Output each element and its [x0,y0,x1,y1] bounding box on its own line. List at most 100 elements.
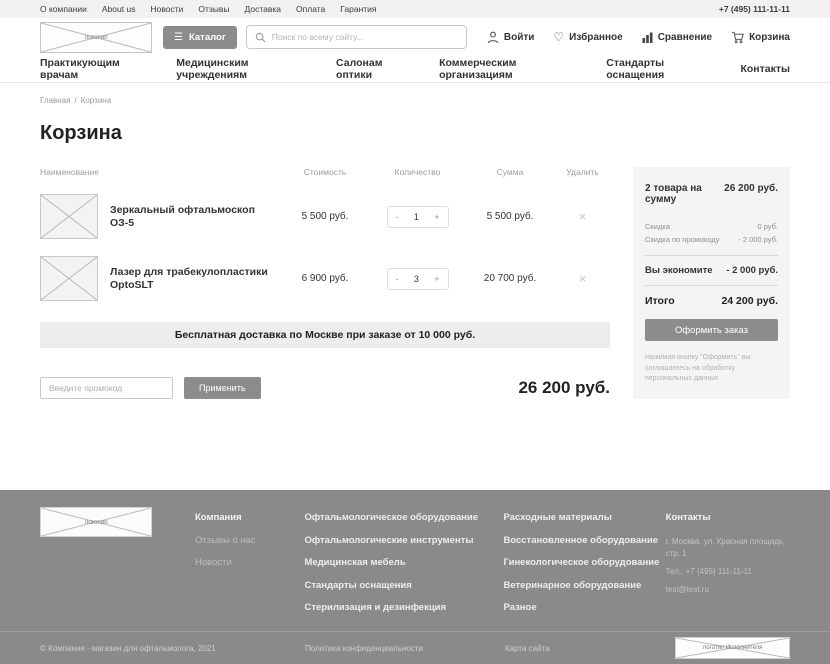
product-price: 6 900 руб. [280,273,370,284]
footer-link-gynecological[interactable]: Гинекологическое оборудование [503,552,665,575]
nav-item-contacts[interactable]: Контакты [740,63,790,75]
cart-row: Лазер для трабекулопластики OptoSLT 6 90… [40,256,610,301]
product-sum: 20 700 руб. [465,273,555,284]
cart-table-header: Наименование Стоимость Количество Сумма … [40,167,610,177]
search-icon [255,32,266,43]
footer-column-contacts: Контакты г. Москва, ул. Красная площадь … [666,507,790,631]
heart-icon: ♡ [553,31,564,43]
site-logo[interactable]: логотип [40,22,152,53]
header-phone: +7 (495) 111-11-11 [719,4,790,14]
compare-label: Сравнение [658,32,712,43]
footer: логотип Компания Отзывы о нас Новости Оф… [0,490,830,664]
col-header-name: Наименование [40,167,110,177]
favorites-label: Избранное [569,32,623,43]
footer-address: г. Москва, ул. Красная площадь стр. 1 [666,536,790,560]
topbar-link-warranty[interactable]: Гарантия [340,4,376,14]
summary-items-label: 2 товара на сумму [645,183,724,205]
footer-link-veterinary[interactable]: Ветеринарное оборудование [503,575,665,598]
footer-link-reviews[interactable]: Отзывы о нас [195,530,304,553]
breadcrumb-home[interactable]: Главная [40,96,70,105]
nav-item-practitioners[interactable]: Практикующим врачам [40,57,153,81]
breadcrumb: Главная/Корзина [40,96,790,105]
catalog-button-label: Каталог [189,32,226,43]
footer-link-news[interactable]: Новости [195,552,304,575]
footer-logo-label: логотип [84,519,107,526]
topbar-link-delivery[interactable]: Доставка [245,4,282,14]
footer-company-title: Компания [195,507,304,530]
nav-item-equipment-standards[interactable]: Стандарты оснащения [606,57,717,81]
footer-contacts-title: Контакты [666,507,790,530]
summary-items-value: 26 200 руб. [724,183,778,194]
cart-label: Корзина [749,32,790,43]
discount-label: Скидка [645,220,670,233]
cart-row: Зеркальный офтальмоскоп ОЗ-5 5 500 руб. … [40,194,610,239]
nav-item-medical-institutions[interactable]: Медицинским учреждениям [176,57,313,81]
qty-increase-button[interactable]: + [434,212,439,222]
cart-total-amount: 26 200 руб. [518,378,610,398]
promo-discount-label: Скидка по промокоду [645,233,720,246]
quantity-stepper: - 1 + [387,206,449,228]
product-name[interactable]: Лазер для трабекулопластики OptoSLT [110,266,280,292]
promo-code-input[interactable] [40,377,173,399]
footer-logo[interactable]: логотип [40,507,152,537]
nav-item-optics-salons[interactable]: Салонам оптики [336,57,416,81]
topbar-link-payment[interactable]: Оплата [296,4,325,14]
footer-main: логотип Компания Отзывы о нас Новости Оф… [0,490,830,631]
header-actions: Войти ♡ Избранное Сравнение [487,31,790,44]
product-image-placeholder [40,256,98,301]
summary-divider [645,285,778,286]
total-label: Итого [645,295,675,307]
footer-link-ophthalmic-equipment[interactable]: Офтальмологическое оборудование [304,507,503,530]
search-input[interactable] [272,32,458,42]
product-image-placeholder [40,194,98,239]
cart-icon [731,31,744,44]
footer-email[interactable]: test@test.ru [666,584,790,596]
remove-item-icon[interactable]: × [555,209,610,224]
footer-column-catalog-2: Расходные материалы Восстановленное обор… [503,507,665,631]
hamburger-icon: ☰ [174,32,183,43]
qty-increase-button[interactable]: + [434,274,439,284]
login-button[interactable]: Войти [487,31,535,44]
apply-promo-button[interactable]: Применить [184,377,261,399]
quantity-stepper: - 3 + [387,268,449,290]
savings-label: Вы экономите [645,265,713,276]
qty-decrease-button[interactable]: - [396,274,399,284]
discount-value: 0 руб. [757,220,778,233]
sitemap-link[interactable]: Карта сайта [505,644,675,653]
topbar-link-about[interactable]: О компании [40,4,87,14]
catalog-button[interactable]: ☰ Каталог [163,26,237,49]
placeholder-cross [41,257,97,300]
col-header-sum: Сумма [465,167,555,177]
footer-column-catalog-1: Офтальмологическое оборудование Офтальмо… [304,507,503,631]
product-name[interactable]: Зеркальный офтальмоскоп ОЗ-5 [110,204,280,230]
logo-label: логотип [84,34,107,41]
privacy-policy-link[interactable]: Политика конфиденциальности [305,644,505,653]
footer-link-equipment-standards[interactable]: Стандарты оснащения [304,575,503,598]
cart-button[interactable]: Корзина [731,31,790,44]
footer-link-ophthalmic-instruments[interactable]: Офтальмологические инструменты [304,530,503,553]
promo-discount-value: - 2 000 руб. [738,233,778,246]
checkout-button[interactable]: Оформить заказ [645,319,778,341]
footer-link-refurbished[interactable]: Восстановленное оборудование [503,530,665,553]
product-price: 5 500 руб. [280,211,370,222]
topbar-link-reviews[interactable]: Отзывы [198,4,229,14]
topbar-link-about-us[interactable]: About us [102,4,136,14]
footer-column-company: Компания Отзывы о нас Новости [195,507,304,631]
bar-chart-icon [642,32,653,43]
footer-link-medical-furniture[interactable]: Медицинская мебель [304,552,503,575]
footer-link-consumables[interactable]: Расходные материалы [503,507,665,530]
favorites-button[interactable]: ♡ Избранное [553,31,622,43]
header: логотип ☰ Каталог Войти ♡ Избранно [0,18,830,56]
compare-button[interactable]: Сравнение [642,32,712,43]
footer-link-sterilization[interactable]: Стерилизация и дезинфекция [304,597,503,620]
cart-table: Наименование Стоимость Количество Сумма … [40,167,610,399]
topbar-link-news[interactable]: Новости [150,4,183,14]
placeholder-cross [41,195,97,238]
col-header-qty: Количество [370,167,465,177]
nav-item-commercial-orgs[interactable]: Коммерческим организациям [439,57,583,81]
search-bar [246,25,467,49]
col-header-price: Стоимость [280,167,370,177]
footer-link-misc[interactable]: Разное [503,597,665,620]
remove-item-icon[interactable]: × [555,271,610,286]
qty-decrease-button[interactable]: - [396,212,399,222]
